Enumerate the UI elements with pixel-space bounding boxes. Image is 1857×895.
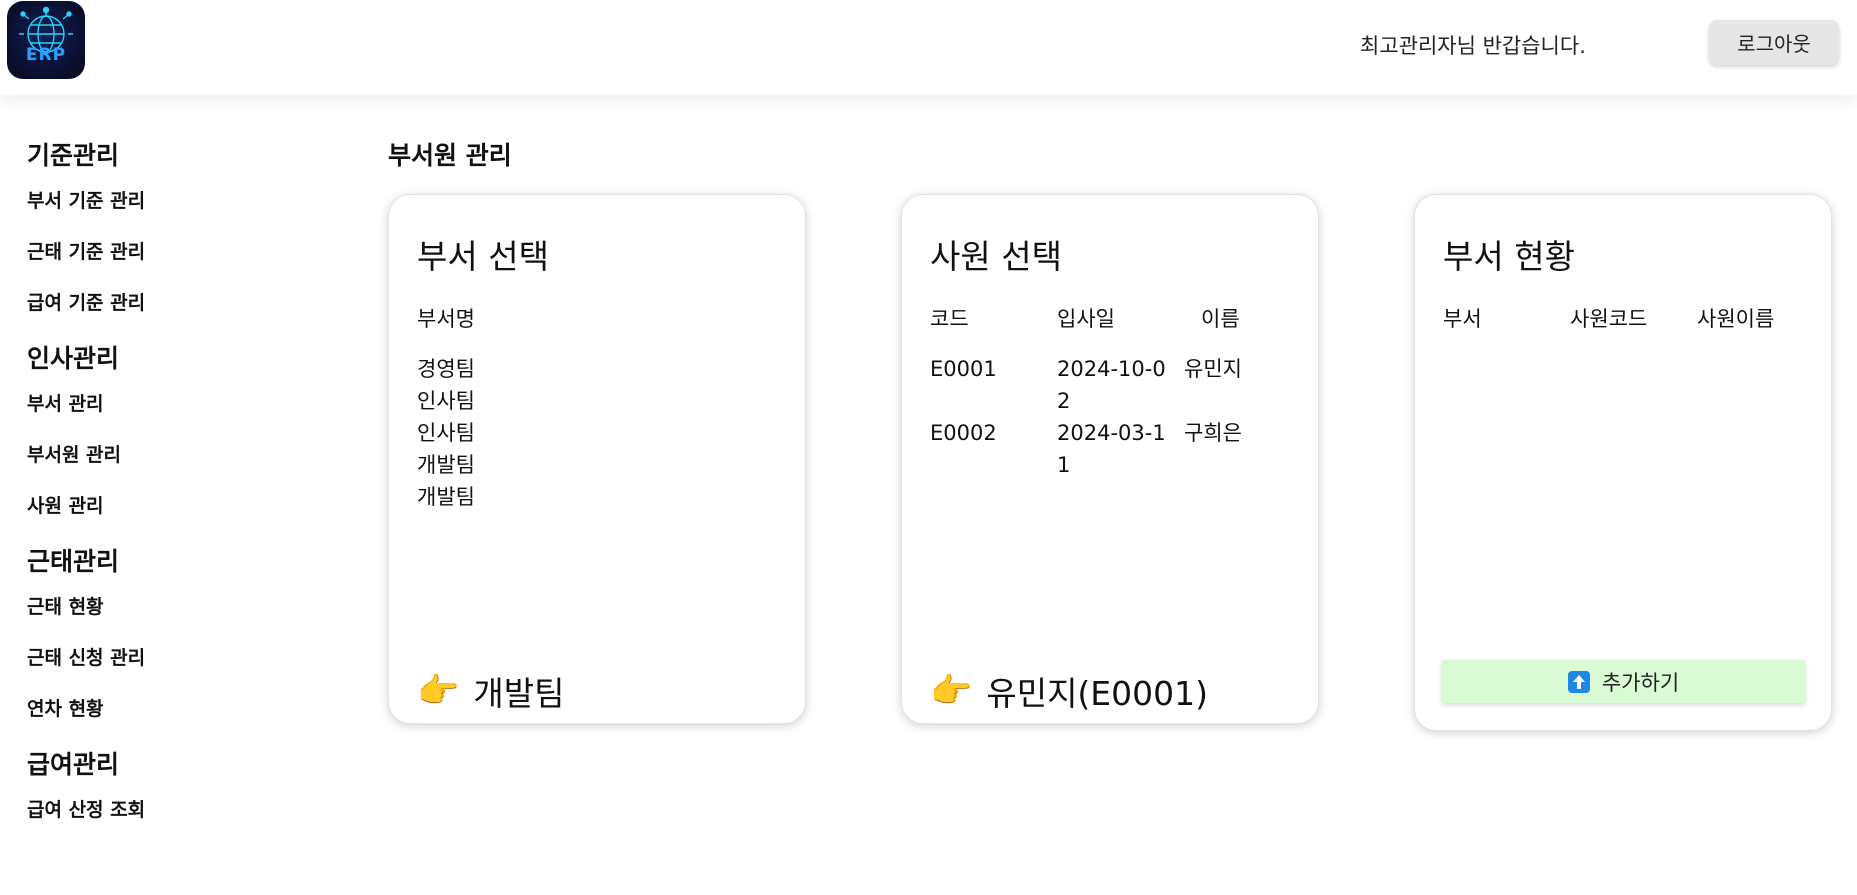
nav-group-title: 근태관리	[27, 547, 120, 576]
card-title: 부서 선택	[417, 237, 549, 276]
selected-employee-label: 유민지(E0001)	[986, 674, 1209, 713]
column-header-code: 코드	[930, 307, 969, 331]
nav-group-attendance: 근태관리 근태 현황 근태 신청 관리 연차 현황	[27, 542, 267, 735]
employee-hire-date: 2024-10-02	[1057, 357, 1166, 413]
list-item[interactable]: 개발팀	[417, 481, 475, 513]
list-item[interactable]: 경영팀	[417, 353, 475, 385]
add-button[interactable]: 추가하기	[1442, 660, 1805, 703]
table-row[interactable]: E0001 2024-10-02 유민지	[930, 353, 1290, 417]
nav-group-title: 기준관리	[27, 141, 120, 170]
column-header-hire-date: 입사일	[1057, 307, 1115, 331]
logo-text: ERP	[25, 45, 67, 65]
sidebar-item-attendance-standards[interactable]: 근태 기준 관리	[27, 227, 267, 278]
pointing-hand-icon: 👉	[930, 671, 973, 711]
nav-group-title: 급여관리	[27, 750, 120, 779]
nav-group-standards: 기준관리 부서 기준 관리 근태 기준 관리 급여 기준 관리	[27, 136, 267, 329]
department-list: 경영팀 인사팀 인사팀 개발팀 개발팀	[417, 353, 475, 513]
employee-select-card: 사원 선택 코드 입사일 이름 E0001 2024-10-02 유민지 E00…	[901, 194, 1319, 724]
sidebar-item-dept-members[interactable]: 부서원 관리	[27, 430, 267, 481]
column-header-dept: 부서	[1443, 307, 1482, 331]
list-item[interactable]: 인사팀	[417, 417, 475, 449]
employee-name: 유민지	[1184, 357, 1242, 381]
sidebar-item-dept-standards[interactable]: 부서 기준 관리	[27, 176, 267, 227]
sidebar-item-attendance-status[interactable]: 근태 현황	[27, 582, 267, 633]
sidebar-item-annual-leave[interactable]: 연차 현황	[27, 684, 267, 735]
list-item[interactable]: 개발팀	[417, 449, 475, 481]
column-header-employee-name: 사원이름	[1697, 307, 1775, 331]
pointing-hand-icon: 👉	[417, 671, 460, 711]
sidebar-nav: 기준관리 부서 기준 관리 근태 기준 관리 급여 기준 관리 인사관리 부서 …	[27, 136, 267, 846]
sidebar-item-salary-standards[interactable]: 급여 기준 관리	[27, 278, 267, 329]
card-title: 부서 현황	[1443, 237, 1575, 276]
erp-logo[interactable]: ERP	[7, 1, 85, 79]
list-item[interactable]: 인사팀	[417, 385, 475, 417]
top-header: ERP 최고관리자님 반갑습니다. 로그아웃	[0, 0, 1857, 95]
add-button-label: 추가하기	[1601, 670, 1680, 695]
dept-status-card: 부서 현황 부서 사원코드 사원이름 추가하기	[1414, 194, 1832, 731]
nav-group-payroll: 급여관리 급여 산정 조회	[27, 745, 267, 836]
employee-name: 구희은	[1184, 421, 1242, 445]
nav-group-title: 인사관리	[27, 344, 120, 373]
sidebar-item-employees[interactable]: 사원 관리	[27, 481, 267, 532]
sidebar-item-dept-management[interactable]: 부서 관리	[27, 379, 267, 430]
table-row[interactable]: E0002 2024-03-11 구희은	[930, 417, 1290, 481]
sidebar-item-payroll-inquiry[interactable]: 급여 산정 조회	[27, 785, 267, 836]
selected-department-label: 개발팀	[473, 674, 565, 713]
employee-hire-date: 2024-03-11	[1057, 421, 1166, 477]
employee-code: E0001	[930, 357, 997, 381]
logout-button[interactable]: 로그아웃	[1709, 20, 1839, 65]
sidebar-item-attendance-requests[interactable]: 근태 신청 관리	[27, 633, 267, 684]
upload-arrow-icon	[1567, 670, 1590, 693]
column-header-dept-name: 부서명	[417, 307, 475, 331]
employee-code: E0002	[930, 421, 997, 445]
page-title: 부서원 관리	[388, 141, 512, 170]
column-header-name: 이름	[1201, 307, 1240, 331]
erp-globe-icon	[19, 6, 73, 53]
dept-select-card: 부서 선택 부서명 경영팀 인사팀 인사팀 개발팀 개발팀 👉 개발팀	[388, 194, 806, 724]
selected-department: 👉 개발팀	[417, 667, 564, 715]
nav-group-hr: 인사관리 부서 관리 부서원 관리 사원 관리	[27, 339, 267, 532]
welcome-message: 최고관리자님 반갑습니다.	[1360, 34, 1586, 58]
column-header-employee-code: 사원코드	[1570, 307, 1648, 331]
selected-employee: 👉 유민지(E0001)	[930, 667, 1208, 715]
card-title: 사원 선택	[930, 237, 1062, 276]
